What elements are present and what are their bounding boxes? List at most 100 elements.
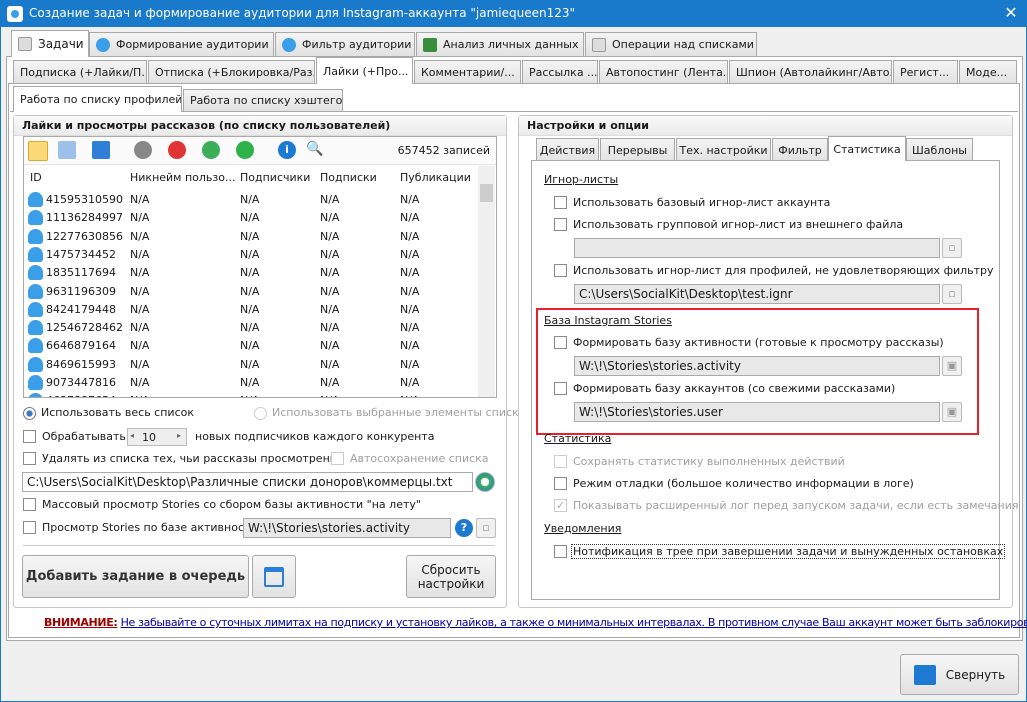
subtab-0[interactable]: Подписка (+Лайки/П... (13, 60, 147, 83)
settings-tab-5[interactable]: Шаблоны (906, 138, 973, 161)
view-by-activity-checkbox[interactable] (23, 521, 36, 534)
subtab-2[interactable]: Лайки (+Про... (316, 57, 413, 84)
subtab-5[interactable]: Автопостинг (Лента... (599, 60, 728, 83)
tab-audience-filter[interactable]: Фильтр аудитории (275, 32, 415, 56)
col-following[interactable]: Подписки (320, 171, 377, 184)
help-icon[interactable]: ? (455, 519, 473, 537)
table-row[interactable]: 11136284997 N/A N/A N/A N/A (24, 209, 478, 227)
ignore-filter-path-input[interactable]: C:\Users\SocialKit\Desktop\test.ignr (574, 284, 940, 304)
col-id[interactable]: ID (30, 171, 42, 184)
stories-activity-path-input[interactable]: W:\!\Stories\stories.activity (574, 356, 940, 376)
user-icon (28, 228, 43, 244)
decrement-icon[interactable]: ◂ (130, 431, 134, 440)
save-icon[interactable]: ▣ (942, 356, 962, 376)
user-icon (28, 320, 43, 336)
warning-link[interactable]: Не забывайте о суточных лимитах на подпи… (121, 616, 1027, 629)
scrollbar-thumb[interactable] (480, 184, 493, 202)
cell: N/A (320, 394, 339, 397)
settings-tab-4[interactable]: Статистика (828, 136, 906, 161)
ignore-filter-checkbox[interactable] (554, 264, 567, 277)
mass-view-checkbox[interactable] (23, 498, 36, 511)
radio-use-all[interactable] (23, 407, 36, 420)
add-task-button[interactable]: Добавить задание в очередь (22, 555, 249, 598)
scrollbar[interactable] (478, 166, 495, 397)
tab-list-operations[interactable]: Операции над списками (585, 32, 757, 56)
process-count-stepper[interactable]: ◂ 10 ▸ (127, 428, 187, 446)
donor-path-input[interactable]: C:\Users\SocialKit\Desktop\Различные спи… (22, 472, 473, 492)
process-value[interactable]: 10 (142, 431, 156, 444)
notify-checkbox[interactable] (554, 545, 567, 558)
table-row[interactable]: 8469615993 N/A N/A N/A N/A (24, 356, 478, 374)
reload-button[interactable] (475, 472, 495, 492)
settings-tab-0[interactable]: Действия (536, 138, 599, 161)
table-row[interactable]: 41595310590 N/A N/A N/A N/A (24, 191, 478, 209)
table-row[interactable]: 1835117694 N/A N/A N/A N/A (24, 264, 478, 282)
table-row[interactable]: 9073447816 N/A N/A N/A N/A (24, 374, 478, 392)
col-posts[interactable]: Публикации (400, 171, 471, 184)
settings-tab-1[interactable]: Перерывы (600, 138, 675, 161)
ignore-group-checkbox[interactable] (554, 218, 567, 231)
radio-use-selected[interactable] (254, 407, 267, 420)
tab-tasks[interactable]: Задачи (11, 30, 89, 57)
check-button[interactable] (134, 141, 152, 159)
table-row[interactable]: 8424179448 N/A N/A N/A N/A (24, 301, 478, 319)
save-icon[interactable]: ▣ (942, 402, 962, 422)
increment-icon[interactable]: ▸ (177, 431, 181, 440)
process-checkbox[interactable] (23, 430, 36, 443)
debug-checkbox[interactable] (554, 477, 567, 490)
remove-viewed-checkbox[interactable] (23, 452, 36, 465)
remove-button[interactable] (168, 141, 186, 159)
cell: N/A (400, 302, 420, 316)
ext-log-checkbox[interactable]: ✓ (554, 499, 567, 512)
tab-label: Задачи (38, 37, 84, 51)
stories-users-checkbox[interactable] (554, 382, 567, 395)
ignore-group-path-input[interactable] (574, 238, 940, 258)
subtab-7[interactable]: Регист... (893, 60, 958, 83)
close-button[interactable]: ✕ (999, 3, 1023, 25)
tasks-icon (18, 37, 32, 51)
refresh-button[interactable] (202, 141, 220, 159)
settings-tab-3[interactable]: Фильтр (772, 138, 828, 161)
subtab-1[interactable]: Отписка (+Блокировка/Раз... (148, 60, 315, 83)
table-row[interactable]: 1475734452 N/A N/A N/A N/A (24, 246, 478, 264)
link-button[interactable] (236, 141, 254, 159)
save-button[interactable] (92, 141, 110, 159)
subtab-3[interactable]: Комментарии/... (414, 60, 521, 83)
subtab-6[interactable]: Шпион (Автолайкинг/Авто... (729, 60, 892, 83)
table-row[interactable]: 12546728462 N/A N/A N/A N/A (24, 319, 478, 337)
subtab-8[interactable]: Моде... (959, 60, 1017, 83)
ignore-base-checkbox[interactable] (554, 196, 567, 209)
list-mode-button[interactable] (28, 141, 48, 161)
tab-audience[interactable]: Формирование аудитории (89, 32, 274, 56)
search-icon[interactable]: 🔍 (306, 141, 324, 159)
tab-profiles-list[interactable]: Работа по списку профилей (13, 86, 182, 112)
reset-settings-button[interactable]: Сбросить настройки (406, 555, 496, 598)
tab-personal-data[interactable]: Анализ личных данных (416, 32, 584, 56)
stories-users-path-input[interactable]: W:\!\Stories\stories.user (574, 402, 940, 422)
table-row[interactable]: 4637887654 N/A N/A N/A N/A (24, 392, 478, 397)
table-row[interactable]: 6646879164 N/A N/A N/A N/A (24, 337, 478, 355)
stories-activity-checkbox[interactable] (554, 336, 567, 349)
info-icon[interactable]: i (278, 141, 296, 159)
col-followers[interactable]: Подписчики (240, 171, 310, 184)
settings-tab-2[interactable]: Тех. настройки (676, 138, 771, 161)
browse-button[interactable]: ▫ (942, 284, 962, 304)
debug-label: Режим отладки (большое количество информ… (573, 477, 914, 490)
activity-path-input[interactable]: W:\!\Stories\stories.activity (243, 518, 451, 538)
open-file-button[interactable] (58, 141, 76, 159)
statistics-heading: Статистика (544, 432, 612, 445)
collapse-button[interactable]: Свернуть (900, 654, 1019, 695)
browse-button[interactable]: ▫ (476, 518, 496, 538)
tab-hashtags-list[interactable]: Работа по списку хэштегов (183, 89, 343, 111)
table-row[interactable]: 12277630856 N/A N/A N/A N/A (24, 228, 478, 246)
stories-activity-label: Формировать базу активности (готовые к п… (573, 336, 944, 349)
browse-button[interactable]: ▫ (942, 238, 962, 258)
autosave-checkbox[interactable] (331, 452, 344, 465)
subtab-4[interactable]: Рассылка ... (522, 60, 598, 83)
table-row[interactable]: 9631196309 N/A N/A N/A N/A (24, 283, 478, 301)
stats-save-checkbox[interactable] (554, 455, 567, 468)
col-nickname[interactable]: Никнейм пользо... (130, 171, 235, 184)
tab-label: Автопостинг (Лента... (606, 65, 728, 79)
cell: 41595310590 (46, 193, 123, 206)
schedule-button[interactable] (252, 555, 296, 598)
